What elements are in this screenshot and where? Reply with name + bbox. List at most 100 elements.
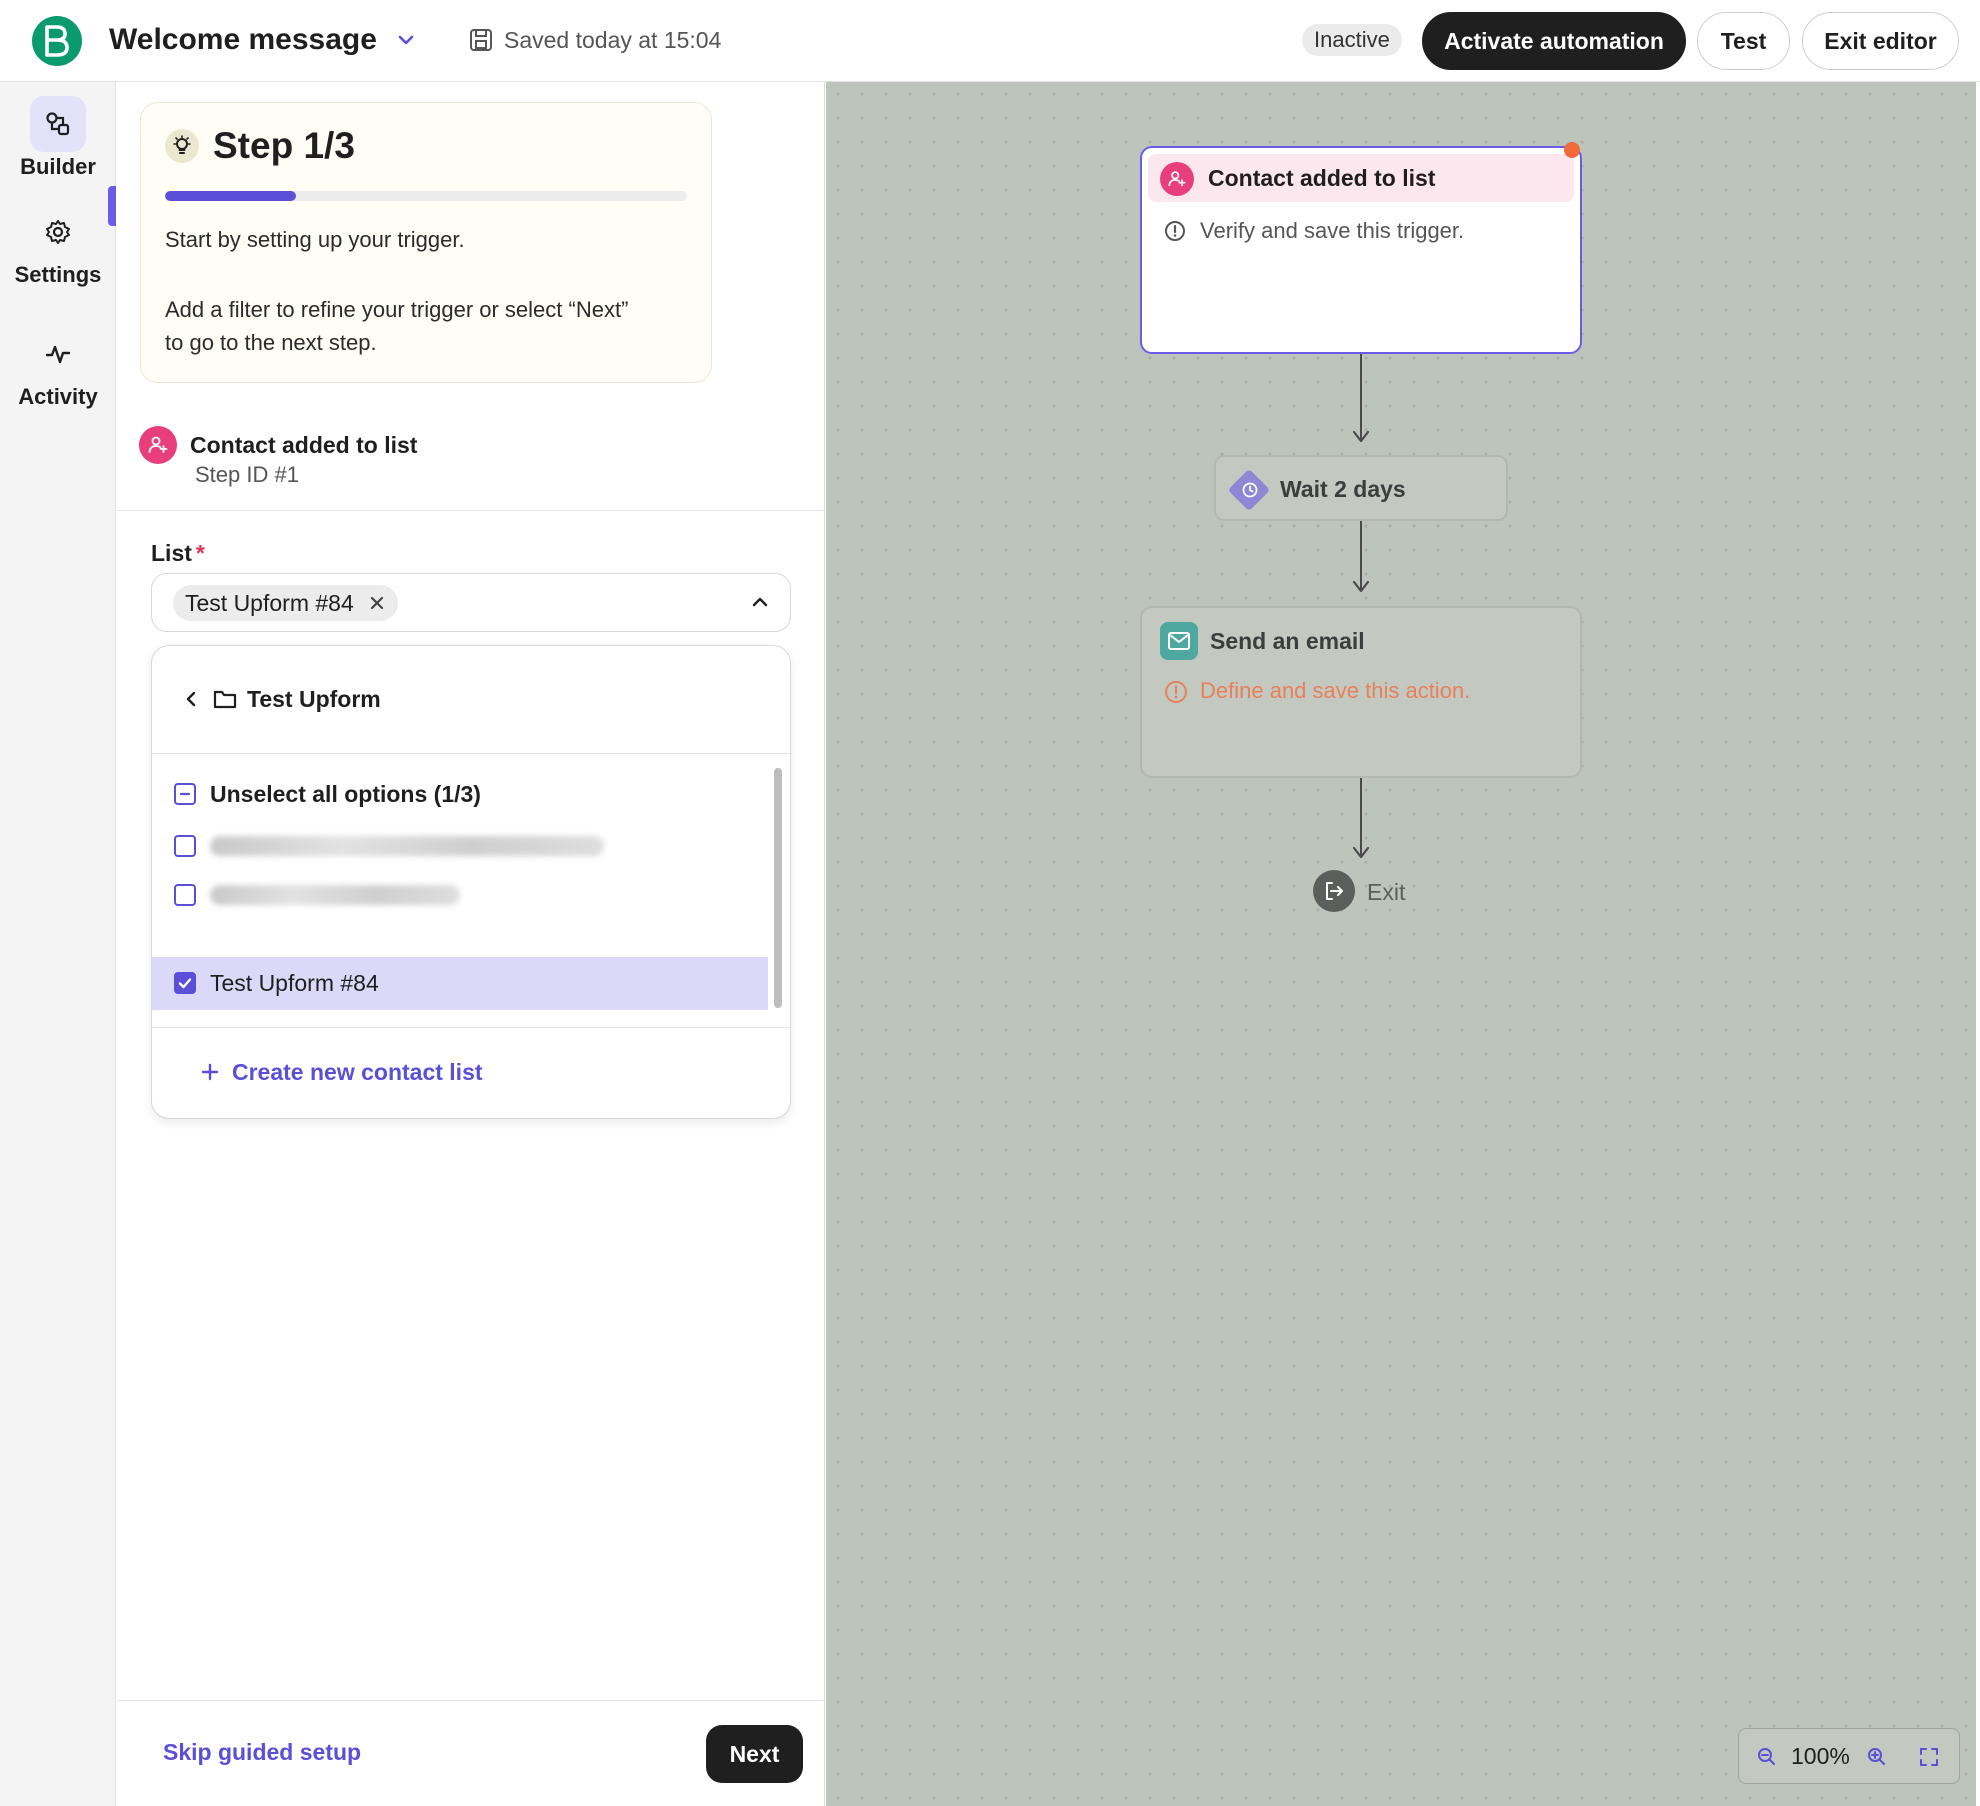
zoom-controls: 100% — [1738, 1728, 1960, 1784]
nav-icon-container — [30, 326, 86, 382]
send-email-node[interactable]: Send an email Define and save this actio… — [1140, 606, 1582, 778]
trigger-node-message: Verify and save this trigger. — [1200, 218, 1465, 243]
dropdown-folder-name: Test Upform — [247, 686, 381, 712]
guide-step-title: Step 1/3 — [213, 125, 355, 166]
chevron-up-icon[interactable] — [748, 590, 772, 614]
exit-editor-button[interactable]: Exit editor — [1802, 12, 1959, 70]
email-node-title: Send an email — [1210, 628, 1365, 654]
chip-remove-button[interactable] — [368, 594, 386, 612]
checkmark-icon — [178, 978, 192, 989]
redacted-option-label — [210, 836, 604, 856]
logo-b-icon — [45, 25, 69, 57]
list-option[interactable] — [152, 820, 768, 872]
nav-label-settings: Settings — [14, 262, 102, 287]
dropdown-scrollbar[interactable] — [774, 768, 782, 1008]
brevo-logo[interactable] — [32, 16, 82, 66]
guide-progress-bar — [165, 191, 687, 201]
dropdown-footer: Create new contact list — [152, 1027, 790, 1118]
option-label: Test Upform #84 — [210, 970, 379, 996]
plus-icon — [201, 1063, 219, 1081]
guide-instruction: Start by setting up your trigger. — [165, 227, 465, 252]
trigger-step-id: Step ID #1 — [195, 462, 299, 487]
info-circle-icon — [1165, 221, 1185, 241]
nav-icon-container — [30, 204, 86, 260]
trigger-node-title: Contact added to list — [1208, 165, 1436, 191]
trigger-name: Contact added to list — [190, 432, 418, 458]
exit-icon[interactable] — [1313, 870, 1355, 912]
email-node-warning: Define and save this action. — [1200, 678, 1471, 703]
user-plus-glyph — [1168, 171, 1186, 187]
arrow-down-icon — [1352, 846, 1370, 859]
nav-item-activity[interactable]: Activity — [0, 326, 116, 408]
unselect-all-option[interactable]: Unselect all options (1/3) — [152, 768, 768, 820]
nav-item-builder[interactable]: Builder — [0, 96, 116, 178]
list-label-text: List — [151, 540, 192, 566]
nav-label-builder: Builder — [20, 154, 96, 179]
wait-node[interactable]: Wait 2 days — [1214, 455, 1508, 521]
user-plus-glyph — [148, 436, 168, 453]
zoom-out-icon[interactable] — [1755, 1745, 1779, 1769]
list-select[interactable]: Test Upform #84 — [151, 573, 791, 632]
workflow-canvas[interactable]: Contact added to list Verify and save th… — [826, 82, 1980, 1806]
list-option[interactable] — [152, 869, 768, 921]
indeterminate-checkbox[interactable] — [174, 783, 196, 805]
option-checkbox-checked[interactable] — [174, 972, 196, 994]
arrow-down-icon — [1352, 580, 1370, 593]
nav-label-activity: Activity — [18, 384, 98, 409]
fit-screen-icon[interactable] — [1917, 1745, 1941, 1769]
lightbulb-icon — [165, 129, 199, 163]
selected-list-chip: Test Upform #84 — [173, 585, 398, 621]
skip-guided-setup-link[interactable]: Skip guided setup — [163, 1736, 361, 1768]
chevron-left-icon[interactable] — [180, 688, 202, 710]
automation-title: Welcome message — [109, 23, 377, 56]
activity-icon — [45, 345, 71, 364]
left-nav: Builder Settings Activity — [0, 82, 116, 1806]
connector-line — [1360, 778, 1362, 856]
warning-circle-icon — [1165, 681, 1187, 703]
list-dropdown: Test Upform Unselect all options (1/3) T… — [151, 645, 791, 1119]
user-plus-icon — [1160, 162, 1194, 196]
exit-label: Exit — [1367, 879, 1406, 905]
required-marker: * — [195, 540, 205, 566]
dropdown-folder-header: Test Upform — [152, 646, 790, 754]
folder-icon — [213, 690, 237, 709]
wait-node-title: Wait 2 days — [1280, 476, 1406, 502]
floppy-disk-icon — [470, 29, 492, 51]
status-badge: Inactive — [1302, 24, 1402, 56]
user-plus-icon — [139, 426, 177, 464]
setup-panel: Step 1/3 Start by setting up your trigge… — [117, 82, 825, 1806]
nav-item-settings[interactable]: Settings — [0, 204, 116, 286]
list-field-label: List * — [151, 538, 205, 568]
option-checkbox[interactable] — [174, 884, 196, 906]
panel-divider — [117, 510, 824, 511]
nav-icon-container — [30, 96, 86, 152]
canvas-right-edge — [1976, 82, 1980, 1806]
envelope-glyph — [1168, 632, 1190, 650]
chip-label: Test Upform #84 — [185, 590, 354, 616]
create-contact-list-link[interactable]: Create new contact list — [200, 1056, 483, 1088]
unsaved-indicator-dot — [1564, 142, 1580, 158]
create-contact-list-label: Create new contact list — [232, 1059, 483, 1085]
activate-automation-button[interactable]: Activate automation — [1422, 12, 1686, 70]
guided-setup-card: Step 1/3 Start by setting up your trigge… — [140, 102, 712, 383]
arrow-down-icon — [1352, 430, 1370, 443]
zoom-in-icon[interactable] — [1865, 1745, 1889, 1769]
guide-progress-fill — [165, 191, 296, 201]
next-button[interactable]: Next — [706, 1725, 803, 1783]
builder-icon — [46, 112, 70, 136]
trigger-node[interactable]: Contact added to list Verify and save th… — [1140, 146, 1582, 354]
save-status: Saved today at 15:04 — [504, 27, 722, 53]
test-button[interactable]: Test — [1697, 12, 1790, 70]
redacted-option-label — [210, 885, 460, 905]
minus-icon — [179, 792, 191, 796]
panel-footer: Skip guided setup Next — [117, 1700, 824, 1806]
envelope-icon — [1160, 622, 1198, 660]
list-option-selected[interactable]: Test Upform #84 — [152, 957, 768, 1010]
close-icon — [370, 596, 383, 610]
connector-line — [1360, 354, 1362, 440]
chevron-down-icon[interactable] — [392, 26, 420, 54]
top-header: Welcome message Saved today at 15:04 Ina… — [0, 0, 1980, 82]
guide-hint: Add a filter to refine your trigger or s… — [165, 297, 629, 355]
option-checkbox[interactable] — [174, 835, 196, 857]
lightbulb-glyph — [173, 135, 191, 154]
